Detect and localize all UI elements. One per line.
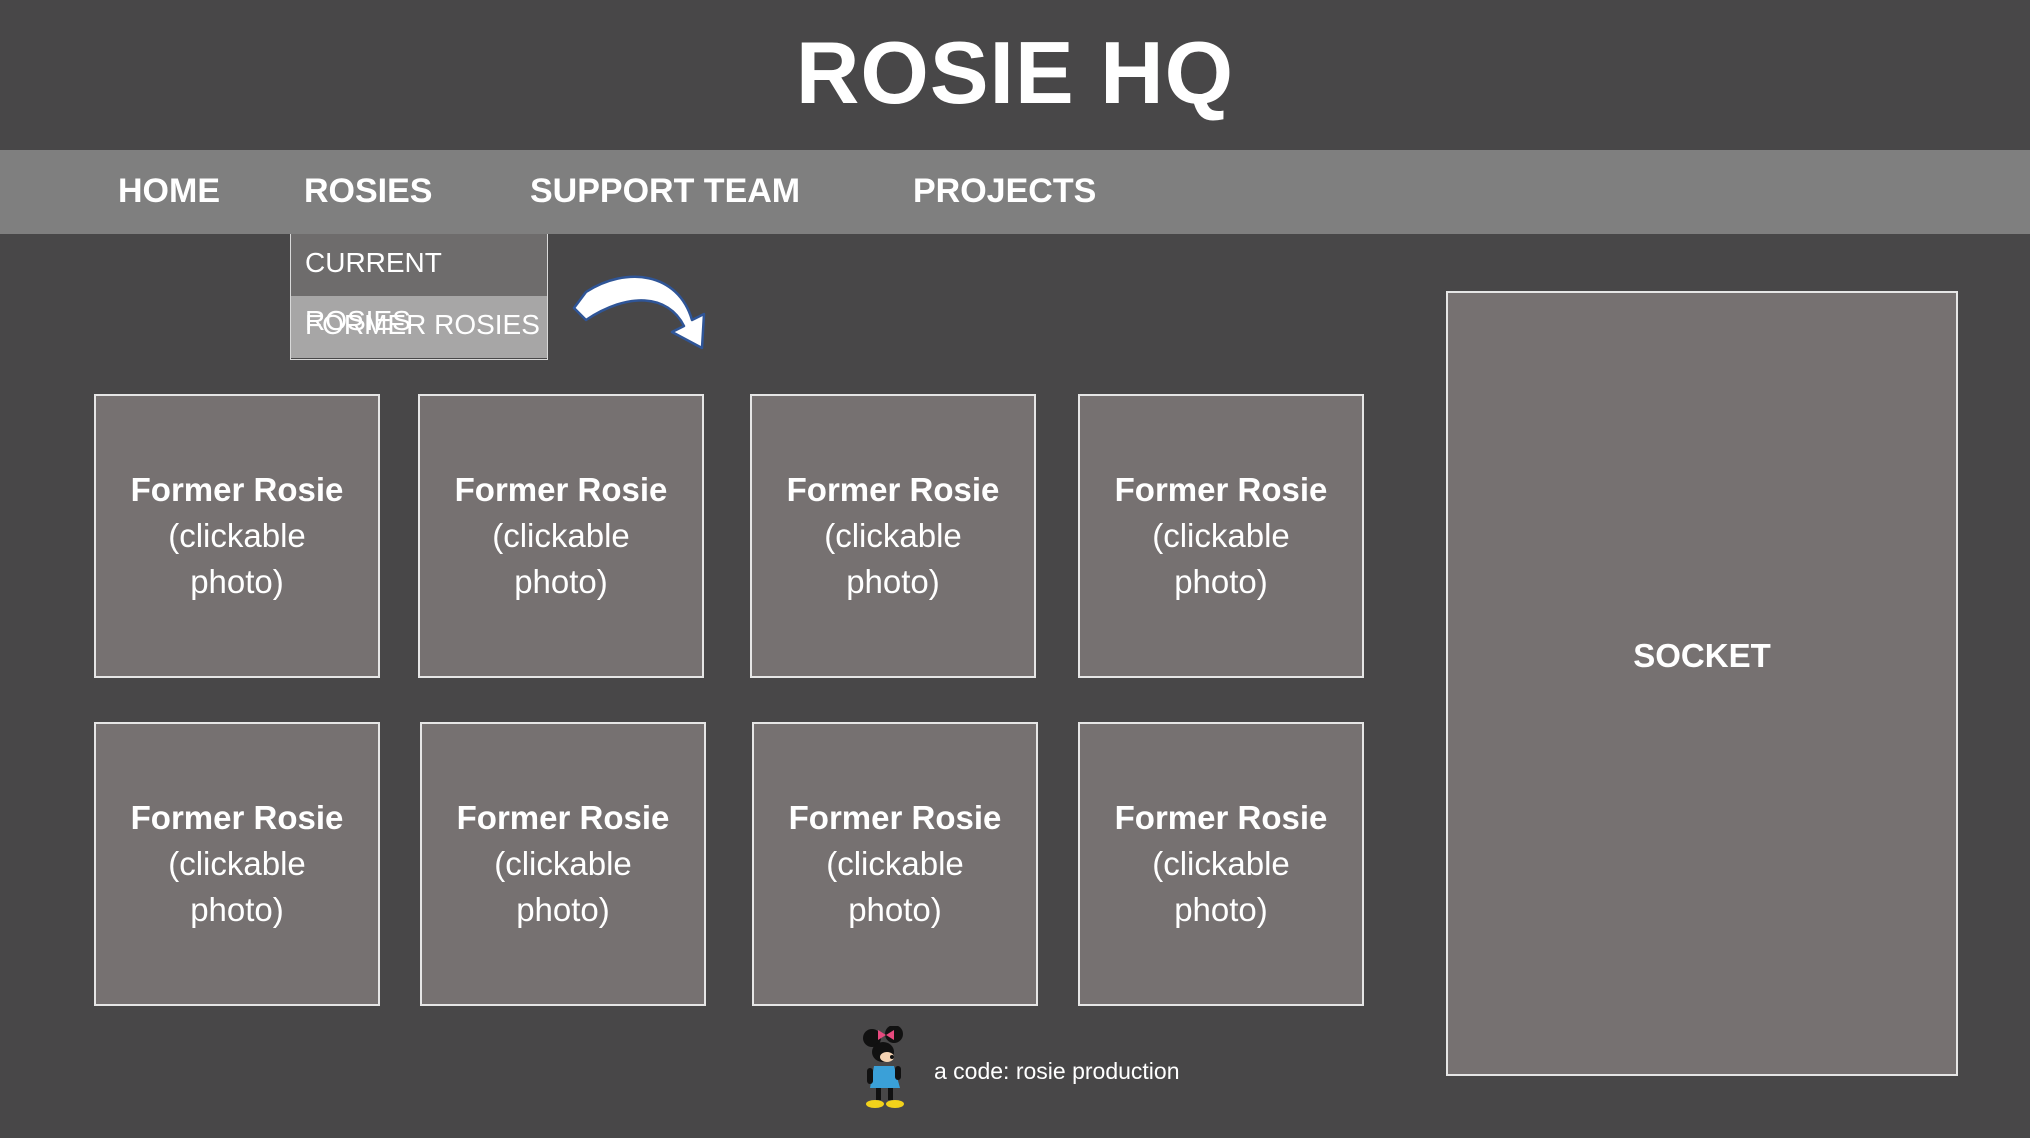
socket-panel[interactable]: SOCKET — [1446, 291, 1958, 1076]
curved-arrow-icon — [572, 275, 706, 350]
tile-caption: (clickable photo) — [492, 517, 630, 600]
tile-caption: (clickable photo) — [1152, 517, 1290, 600]
nav-item-support-team[interactable]: SUPPORT TEAM — [530, 172, 800, 211]
former-rosie-photo-4[interactable]: Former Rosie (clickable photo) — [1078, 394, 1364, 678]
former-rosie-photo-6[interactable]: Former Rosie (clickable photo) — [420, 722, 706, 1006]
former-rosie-photo-8[interactable]: Former Rosie (clickable photo) — [1078, 722, 1364, 1006]
page-title: ROSIE HQ — [795, 23, 1235, 122]
former-rosie-photo-7[interactable]: Former Rosie (clickable photo) — [752, 722, 1038, 1006]
dropdown-item-former-rosies[interactable]: FORMER ROSIES — [291, 296, 547, 358]
nav-item-home[interactable]: HOME — [118, 172, 220, 211]
former-rosie-photo-5[interactable]: Former Rosie (clickable photo) — [94, 722, 380, 1006]
tile-caption: (clickable photo) — [826, 845, 964, 928]
tile-name: Former Rosie — [788, 799, 1002, 836]
tile-caption: (clickable photo) — [168, 517, 306, 600]
tile-name: Former Rosie — [1114, 799, 1328, 836]
tile-caption: (clickable photo) — [494, 845, 632, 928]
tile-caption: (clickable photo) — [824, 517, 962, 600]
tile-name: Former Rosie — [454, 471, 668, 508]
tile-name: Former Rosie — [456, 799, 670, 836]
mouse-character-icon — [863, 1026, 904, 1108]
nav-item-rosies[interactable]: ROSIES — [304, 172, 432, 211]
tile-name: Former Rosie — [130, 799, 344, 836]
tile-name: Former Rosie — [1114, 471, 1328, 508]
former-rosie-photo-1[interactable]: Former Rosie (clickable photo) — [94, 394, 380, 678]
former-rosie-photo-3[interactable]: Former Rosie (clickable photo) — [750, 394, 1036, 678]
nav-item-projects[interactable]: PROJECTS — [913, 172, 1096, 211]
nav-bar: HOME ROSIES SUPPORT TEAM PROJECTS — [0, 150, 2030, 234]
tile-name: Former Rosie — [130, 471, 344, 508]
tile-caption: (clickable photo) — [168, 845, 306, 928]
footer-credit: a code: rosie production — [934, 1058, 1180, 1084]
tile-name: Former Rosie — [786, 471, 1000, 508]
former-rosie-photo-2[interactable]: Former Rosie (clickable photo) — [418, 394, 704, 678]
rosies-dropdown-menu: CURRENT ROSIES FORMER ROSIES — [290, 234, 548, 360]
tile-caption: (clickable photo) — [1152, 845, 1290, 928]
dropdown-item-current-rosies[interactable]: CURRENT ROSIES — [291, 234, 547, 336]
socket-label: SOCKET — [1633, 637, 1771, 674]
